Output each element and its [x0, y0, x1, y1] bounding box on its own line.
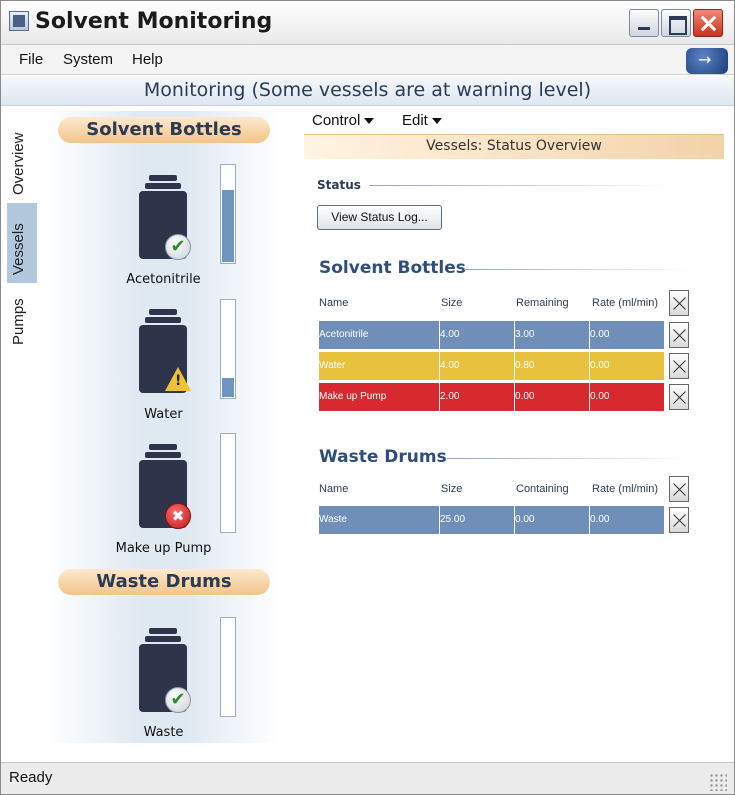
column-header-rate: Rate (ml/min)	[592, 483, 659, 495]
menu-bar: File System Help	[1, 45, 734, 75]
level-gauge	[220, 164, 236, 264]
maximize-button[interactable]	[661, 9, 691, 37]
table-row[interactable]: Make up Pump 2.00 0.00 0.00	[319, 383, 690, 411]
table-row[interactable]: Waste 25.00 0.00 0.00	[319, 506, 690, 534]
cell-name: Water	[319, 352, 440, 380]
divider	[369, 185, 679, 186]
ok-check-icon: ✔	[165, 687, 191, 713]
tab-pumps[interactable]: Pumps	[7, 287, 37, 349]
column-header-name: Name	[319, 297, 349, 309]
vessel-label-water: Water	[144, 407, 183, 422]
tab-vessels[interactable]: Vessels	[7, 203, 37, 283]
remove-row-icon[interactable]	[669, 507, 689, 533]
divider	[447, 458, 694, 459]
vessel-label-waste: Waste	[143, 725, 184, 740]
view-status-log-button[interactable]: View Status Log...	[317, 205, 442, 230]
cell-remaining: 0.80	[515, 352, 590, 380]
tab-overview-label: Overview	[10, 132, 27, 195]
header-title: Monitoring (Some vessels are at warning …	[143, 79, 592, 101]
divider	[464, 269, 694, 270]
vessel-label-acetonitrile: Acetonitrile	[126, 272, 201, 287]
column-header-size: Size	[441, 297, 463, 309]
cell-size: 4.00	[440, 352, 515, 380]
edit-menu[interactable]: Edit	[402, 112, 442, 129]
status-text: Ready	[9, 769, 53, 786]
vessel-label-make-up-pump: Make up Pump	[115, 541, 212, 556]
solvent-bottles-header: Solvent Bottles	[58, 117, 270, 143]
column-header-size: Size	[441, 483, 463, 495]
cell-size: 25.00	[440, 506, 515, 534]
close-column-icon[interactable]	[669, 290, 689, 316]
waste-drums-title: Waste Drums	[319, 447, 447, 467]
menu-help[interactable]: Help	[132, 51, 163, 68]
table-row[interactable]: Acetonitrile 4.00 3.00 0.00	[319, 321, 690, 349]
close-button[interactable]	[693, 9, 723, 37]
ok-check-icon: ✔	[165, 234, 191, 260]
remove-row-icon[interactable]	[669, 322, 689, 348]
column-header-containing: Containing	[516, 483, 569, 495]
column-header-remaining: Remaining	[516, 297, 569, 309]
cell-remaining: 0.00	[515, 383, 590, 411]
table-row[interactable]: Water 4.00 0.80 0.00	[319, 352, 690, 380]
warning-triangle-icon	[165, 367, 191, 391]
tab-overview[interactable]: Overview	[7, 111, 37, 199]
status-label: Status	[317, 178, 361, 192]
monitoring-header: Monitoring (Some vessels are at warning …	[1, 76, 734, 106]
menu-file[interactable]: File	[19, 51, 43, 68]
cell-rate: 0.00	[590, 352, 665, 380]
cell-name: Make up Pump	[319, 383, 440, 411]
app-window: Solvent Monitoring File System Help Moni…	[0, 0, 735, 795]
brand-logo-icon	[686, 48, 728, 74]
level-gauge	[220, 617, 236, 717]
cell-rate: 0.00	[590, 506, 665, 534]
resize-grip-icon[interactable]	[709, 773, 727, 791]
cell-containing: 0.00	[515, 506, 590, 534]
window-title: Solvent Monitoring	[35, 9, 273, 34]
remove-row-icon[interactable]	[669, 384, 689, 410]
error-x-icon: ✖	[165, 503, 191, 529]
section-header: Vessels: Status Overview	[304, 134, 724, 159]
control-menu[interactable]: Control	[312, 112, 374, 129]
cell-rate: 0.00	[590, 321, 665, 349]
cell-name: Acetonitrile	[319, 321, 440, 349]
app-icon	[9, 11, 29, 31]
title-bar[interactable]: Solvent Monitoring	[1, 1, 734, 45]
column-header-name: Name	[319, 483, 349, 495]
remove-row-icon[interactable]	[669, 353, 689, 379]
cell-name: Waste	[319, 506, 440, 534]
waste-drums-header: Waste Drums	[58, 569, 270, 595]
tab-pumps-label: Pumps	[10, 298, 27, 345]
cell-size: 4.00	[440, 321, 515, 349]
level-gauge	[220, 433, 236, 533]
cell-rate: 0.00	[590, 383, 665, 411]
close-column-icon[interactable]	[669, 476, 689, 502]
cell-size: 2.00	[440, 383, 515, 411]
vessel-sidebar: Solvent Bottles ✔ Acetonitrile Water ✖ M…	[48, 111, 279, 743]
section-title: Vessels: Status Overview	[426, 138, 602, 154]
solvent-bottles-title: Solvent Bottles	[319, 258, 466, 278]
status-bar: Ready	[1, 762, 734, 794]
tab-vessels-label: Vessels	[10, 223, 27, 275]
level-gauge	[220, 299, 236, 399]
menu-system[interactable]: System	[63, 51, 113, 68]
column-header-rate: Rate (ml/min)	[592, 297, 659, 309]
vertical-tab-strip: Overview Vessels Pumps	[7, 111, 37, 361]
cell-remaining: 3.00	[515, 321, 590, 349]
minimize-button[interactable]	[629, 9, 659, 37]
